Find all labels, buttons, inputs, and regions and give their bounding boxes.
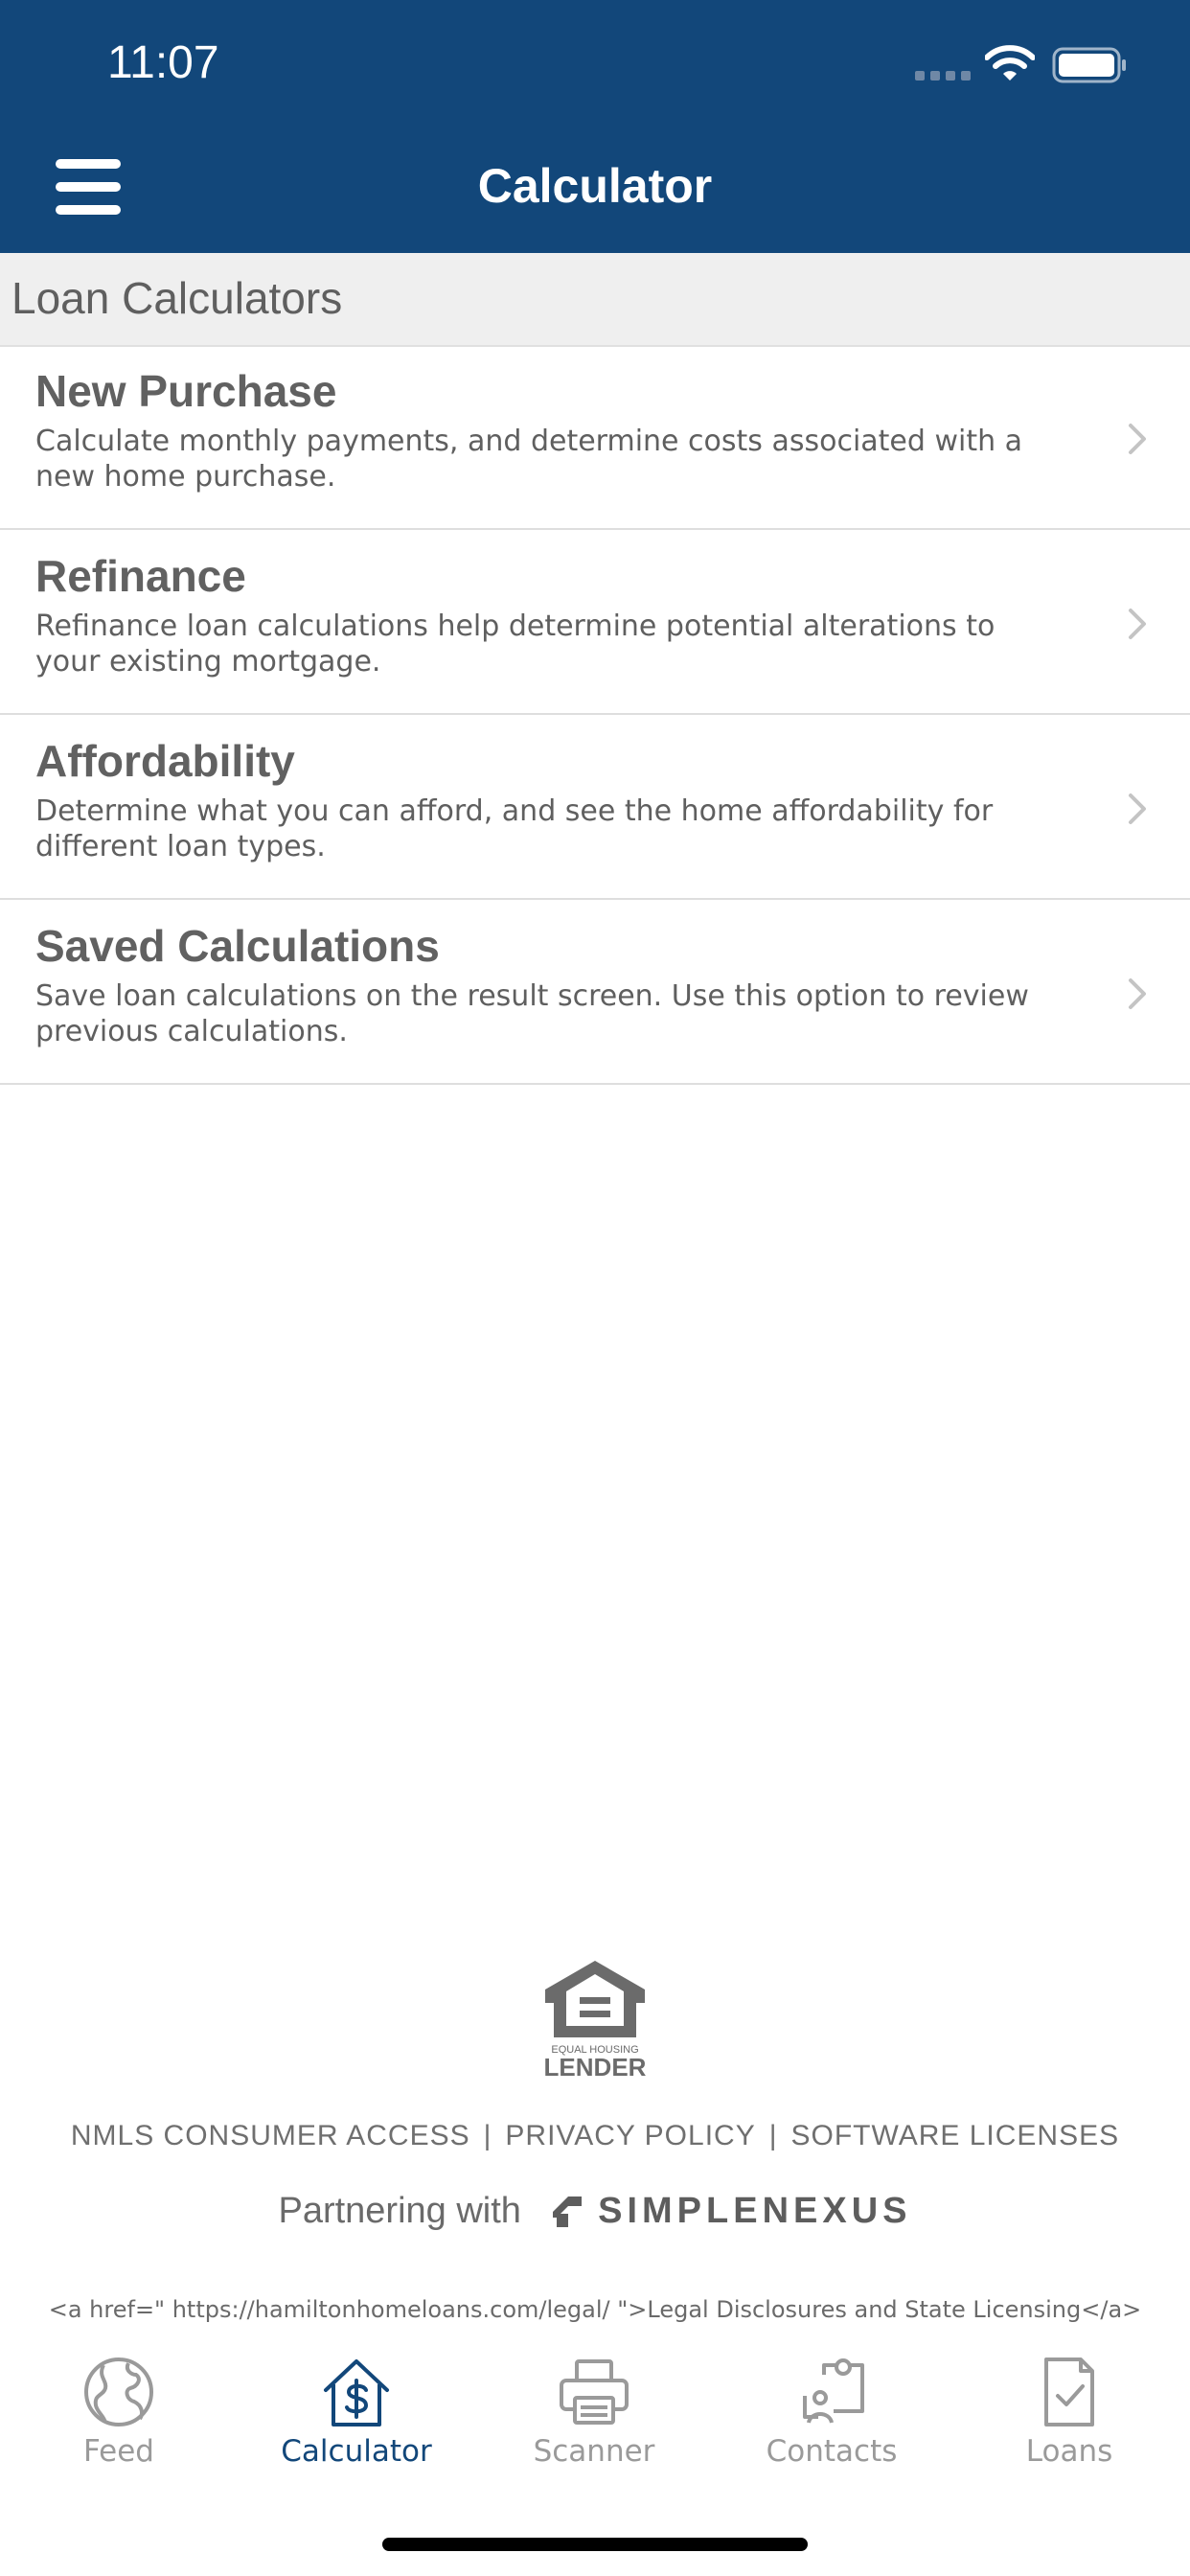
- list-item-refinance[interactable]: Refinance Refinance loan calculations he…: [0, 530, 1190, 715]
- tab-label: Scanner: [533, 2434, 655, 2469]
- list-item-description: Determine what you can afford, and see t…: [35, 794, 994, 863]
- list-item-description: Refinance loan calculations help determi…: [35, 610, 995, 678]
- list-item-saved-calculations[interactable]: Saved Calculations Save loan calculation…: [0, 900, 1190, 1085]
- footer-links: NMLS CONSUMER ACCESS | PRIVACY POLICY | SOFT…: [0, 2120, 1190, 2152]
- chevron-right-icon: [1129, 424, 1146, 454]
- privacy-policy-link[interactable]: PRIVACY POLICY: [505, 2120, 755, 2151]
- page-title: Calculator: [477, 159, 713, 213]
- partner-row: Partnering with SIMPLENEXUS: [0, 2191, 1190, 2232]
- chevron-right-icon: [1129, 609, 1146, 639]
- partner-name: SIMPLENEXUS: [598, 2191, 912, 2231]
- app-header: 11:07 Calculator: [0, 0, 1190, 253]
- document-check-icon: [1044, 2358, 1094, 2426]
- list-item-title: Saved Calculations: [35, 921, 440, 971]
- simplenexus-logo-icon: [553, 2196, 583, 2227]
- footer-separator: |: [768, 2120, 778, 2151]
- tab-calculator[interactable]: Calculator: [238, 2338, 475, 2472]
- legal-disclosures-text[interactable]: <a href=" https://hamiltonhomeloans.com/…: [0, 2296, 1190, 2323]
- battery-icon: [1052, 47, 1126, 83]
- list-item-title: New Purchase: [35, 366, 337, 416]
- house-dollar-icon: [324, 2359, 389, 2426]
- chevron-right-icon: [1129, 978, 1146, 1009]
- nmls-consumer-access-link[interactable]: NMLS CONSUMER ACCESS: [71, 2120, 470, 2151]
- contacts-icon: [803, 2358, 864, 2424]
- tab-loans[interactable]: Loans: [950, 2338, 1188, 2472]
- equal-housing-lender-logo-icon: EQUAL HOUSING LENDER: [544, 1961, 647, 2080]
- globe-icon: [84, 2358, 153, 2426]
- tab-contacts[interactable]: Contacts: [713, 2338, 950, 2472]
- tab-feed[interactable]: Feed: [0, 2338, 238, 2472]
- calculator-list: New Purchase Calculate monthly payments,…: [0, 345, 1190, 1085]
- cellular-signal-icon: [915, 71, 971, 80]
- list-item-description: Calculate monthly payments, and determin…: [35, 425, 1023, 494]
- tab-label: Contacts: [766, 2434, 898, 2469]
- tab-scanner[interactable]: Scanner: [475, 2338, 713, 2472]
- tab-label: Loans: [1025, 2434, 1113, 2469]
- list-item-title: Refinance: [35, 551, 246, 601]
- chevron-right-icon: [1129, 794, 1146, 824]
- section-header: Loan Calculators: [0, 253, 1190, 347]
- list-item-title: Affordability: [35, 736, 295, 786]
- status-time: 11:07: [107, 37, 219, 88]
- logo-text-line2: LENDER: [544, 2053, 647, 2080]
- software-licenses-link[interactable]: SOFTWARE LICENSES: [791, 2120, 1120, 2151]
- list-item-new-purchase[interactable]: New Purchase Calculate monthly payments,…: [0, 345, 1190, 530]
- section-title: Loan Calculators: [11, 273, 343, 323]
- home-indicator: [382, 2538, 808, 2551]
- wifi-icon: [985, 45, 1035, 80]
- tab-label: Calculator: [281, 2434, 432, 2469]
- footer-separator: |: [483, 2120, 492, 2151]
- partner-label: Partnering with: [278, 2191, 521, 2231]
- tab-label: Feed: [83, 2434, 154, 2469]
- list-item-description: Save loan calculations on the result scr…: [35, 979, 1029, 1048]
- list-item-affordability[interactable]: Affordability Determine what you can aff…: [0, 715, 1190, 900]
- printer-icon: [560, 2359, 629, 2425]
